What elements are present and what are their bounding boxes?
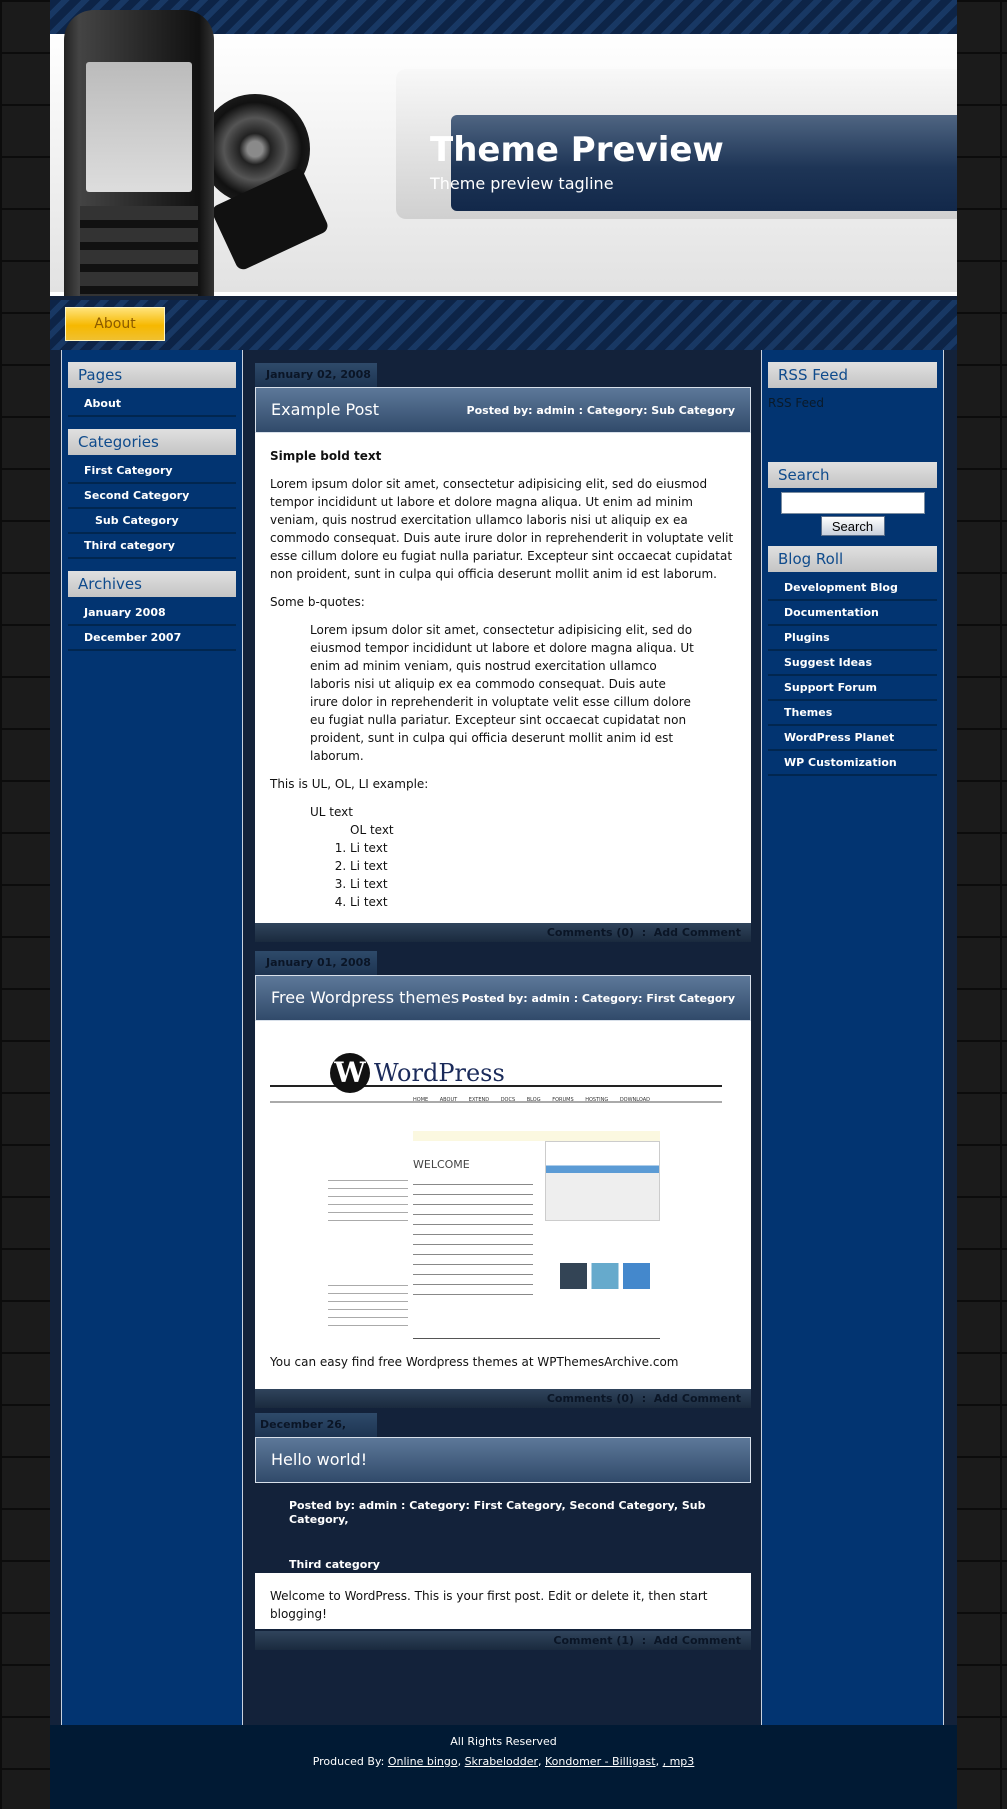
post-title-bar: Free Wordpress themes Posted by: admin :… [255, 975, 751, 1021]
ul-text: UL text [310, 805, 353, 819]
post-title[interactable]: Free Wordpress themes [271, 988, 459, 1007]
blogroll-link[interactable]: Themes [768, 701, 937, 726]
list-item: Li text [350, 857, 736, 875]
category-link[interactable]: Third category [68, 534, 236, 559]
post-title-bar: Example Post Posted by: admin : Category… [255, 387, 751, 433]
blockquote: Lorem ipsum dolor sit amet, consectetur … [310, 623, 694, 763]
list-item: Li text [350, 893, 736, 911]
comments-link[interactable]: Comments (0) [547, 1392, 634, 1405]
header-banner: Theme Preview Theme preview tagline [50, 10, 957, 296]
produced-by: Produced By: Online bingo, Skrabelodder,… [312, 1755, 695, 1768]
post-meta: Posted by: admin : Category: First Categ… [461, 992, 735, 1005]
search-button[interactable]: Search [820, 516, 885, 536]
site-tagline: Theme preview tagline [430, 174, 614, 193]
left-sidebar: Pages About Categories First Category Se… [61, 350, 243, 1725]
blogroll-link[interactable]: Plugins [768, 626, 937, 651]
rss-feed-link[interactable]: RSS Feed [768, 396, 824, 410]
footer-link[interactable]: Online bingo [388, 1755, 458, 1768]
post-footer: Comment (1) : Add Comment [255, 1631, 751, 1650]
blogroll-heading: Blog Roll [768, 546, 937, 572]
ol-text: OL text [350, 823, 394, 837]
page-wrapper: Theme Preview Theme preview tagline Abou… [50, 0, 957, 1809]
blogroll-link[interactable]: Documentation [768, 601, 937, 626]
comments-link[interactable]: Comment (1) [553, 1634, 634, 1647]
nav-about[interactable]: About [65, 307, 165, 341]
post-text: You can easy find free Wordpress themes … [270, 1355, 679, 1369]
post-footer: Comments (0) : Add Comment [255, 1389, 751, 1408]
blogroll-link[interactable]: Development Blog [768, 576, 937, 601]
comments-link[interactable]: Comments (0) [547, 926, 634, 939]
list-item: Li text [350, 839, 736, 857]
post-free-themes: January 01, 2008 Free Wordpress themes P… [255, 951, 751, 1408]
paragraph: Lorem ipsum dolor sit amet, consectetur … [270, 477, 734, 581]
post-meta: Posted by: admin : Category: Sub Categor… [466, 404, 735, 417]
phone-image [64, 10, 214, 296]
blogroll-link[interactable]: Support Forum [768, 676, 937, 701]
footer-link[interactable]: Kondomer - Billigast [545, 1755, 656, 1768]
post-date: January 02, 2008 [255, 363, 377, 387]
wordpress-screenshot-image: W WordPress HOME ABOUT EXTEND DOCS BLOG … [270, 1043, 736, 1343]
wordpress-logotype: WordPress [374, 1059, 505, 1087]
blogroll-link[interactable]: Suggest Ideas [768, 651, 937, 676]
site-title[interactable]: Theme Preview [430, 130, 724, 170]
post-body: Simple bold text Lorem ipsum dolor sit a… [255, 433, 751, 923]
archive-link[interactable]: December 2007 [68, 626, 236, 651]
wordpress-logo-icon: W [330, 1053, 370, 1093]
post-body: W WordPress HOME ABOUT EXTEND DOCS BLOG … [255, 1021, 751, 1389]
nav-bar: About [50, 300, 957, 350]
page-link-about[interactable]: About [68, 392, 236, 417]
post-date: January 01, 2008 [255, 951, 377, 975]
post-example: January 02, 2008 Example Post Posted by:… [255, 363, 751, 942]
post-date: December 26, 2007 [255, 1413, 377, 1455]
add-comment-link[interactable]: Add Comment [654, 926, 741, 939]
bold-text: Simple bold text [270, 449, 382, 463]
search-heading: Search [768, 462, 937, 488]
add-comment-link[interactable]: Add Comment [654, 1392, 741, 1405]
footer-link[interactable]: Skrabelodder [465, 1755, 538, 1768]
post-footer: Comments (0) : Add Comment [255, 923, 751, 942]
footer: All Rights Reserved Produced By: Online … [50, 1725, 957, 1809]
bquote-label: Some b-quotes: [270, 595, 365, 609]
list-item: Li text [350, 875, 736, 893]
archive-link[interactable]: January 2008 [68, 601, 236, 626]
post-meta: Posted by: admin : Category: First Categ… [289, 1499, 706, 1571]
post-title-bar: Hello world! [255, 1437, 751, 1483]
rss-heading: RSS Feed [768, 362, 937, 388]
categories-heading: Categories [68, 429, 236, 455]
add-comment-link[interactable]: Add Comment [654, 1634, 741, 1647]
blogroll-link[interactable]: WordPress Planet [768, 726, 937, 751]
search-input[interactable] [780, 492, 925, 514]
wordpress-nav: HOME ABOUT EXTEND DOCS BLOG FORUMS HOSTI… [413, 1097, 651, 1103]
post-hello-world: December 26, 2007 Hello world! Posted by… [255, 1413, 751, 1650]
list-label: This is UL, OL, LI example: [270, 777, 429, 791]
copyright: All Rights Reserved [450, 1735, 557, 1748]
post-title[interactable]: Example Post [271, 400, 379, 419]
footer-link[interactable]: , mp3 [663, 1755, 695, 1768]
category-link[interactable]: Second Category [68, 484, 236, 509]
archives-heading: Archives [68, 571, 236, 597]
pages-heading: Pages [68, 362, 236, 388]
blogroll-link[interactable]: WP Customization [768, 751, 937, 776]
post-text: Welcome to WordPress. This is your first… [270, 1589, 708, 1621]
post-body: Welcome to WordPress. This is your first… [255, 1573, 751, 1629]
category-link[interactable]: Sub Category [68, 509, 236, 534]
category-link[interactable]: First Category [68, 459, 236, 484]
right-sidebar: RSS Feed RSS Feed Search Search Blog Rol… [761, 350, 944, 1725]
post-title[interactable]: Hello world! [271, 1450, 367, 1469]
